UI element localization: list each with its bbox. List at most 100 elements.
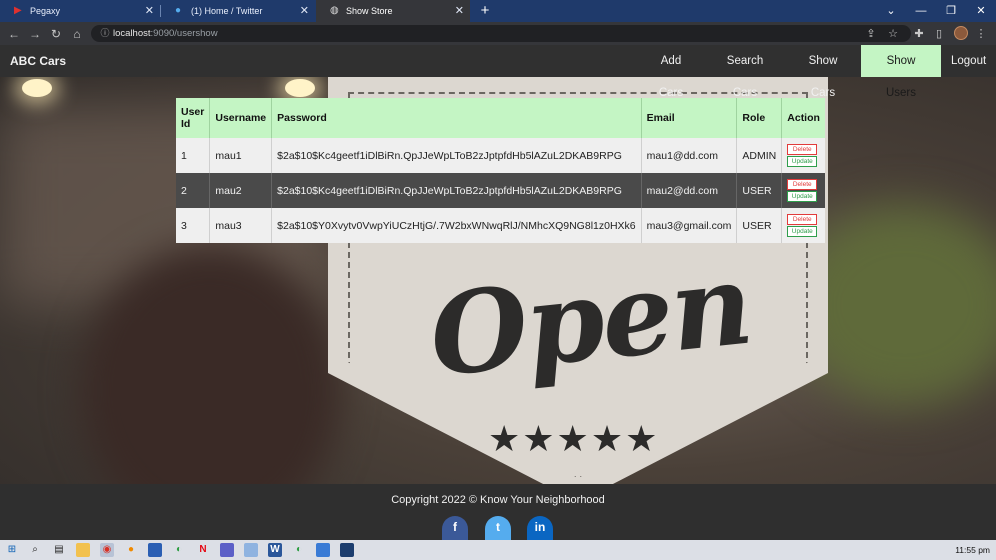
back-icon[interactable]: ← <box>5 25 23 43</box>
extensions-icon[interactable]: ✚ <box>910 25 928 43</box>
table-header-row: User Id Username Password Email Role Act… <box>176 98 825 138</box>
reload-icon[interactable]: ↻ <box>47 25 65 43</box>
firefox-icon[interactable]: ● <box>124 543 138 557</box>
update-button[interactable]: Update <box>787 156 818 167</box>
cell-email: mau2@dd.com <box>641 173 738 208</box>
cell-action: Delete Update <box>781 138 825 173</box>
tab-show-store[interactable]: ◍ Show Store ✕ <box>316 0 470 22</box>
file-explorer-icon[interactable] <box>76 543 90 557</box>
page-footer: Copyright 2022 © Know Your Neighborhood … <box>0 484 996 540</box>
tab-title: Show Store <box>346 6 393 16</box>
delete-button[interactable]: Delete <box>787 214 818 225</box>
lamp-light <box>285 79 315 97</box>
open-sign-stars: ★★★★★ <box>488 418 660 459</box>
users-table-container: User Id Username Password Email Role Act… <box>176 98 825 243</box>
tab-title: (1) Home / Twitter <box>191 6 263 16</box>
cell-role: ADMIN <box>736 138 783 173</box>
forward-icon[interactable]: → <box>26 25 44 43</box>
linkedin-icon[interactable]: in <box>527 516 553 540</box>
notepad-icon[interactable] <box>244 543 258 557</box>
taskbar-clock: 11:55 pm <box>955 545 990 555</box>
close-tab-icon[interactable]: ✕ <box>300 4 309 17</box>
col-username: Username <box>209 98 273 138</box>
tab-search-icon[interactable]: ⌄ <box>876 0 906 22</box>
col-action: Action <box>781 98 825 138</box>
close-tab-icon[interactable]: ✕ <box>455 4 464 17</box>
site-info-icon[interactable]: ⓘ <box>99 27 111 39</box>
app-icon[interactable] <box>340 543 354 557</box>
delete-button[interactable]: Delete <box>787 179 818 190</box>
photos-icon[interactable] <box>316 543 330 557</box>
side-panel-icon[interactable]: ▯ <box>930 25 948 43</box>
close-tab-icon[interactable]: ✕ <box>145 4 154 17</box>
close-window-button[interactable]: ✕ <box>966 0 996 22</box>
nav-show-users[interactable]: Show Users <box>861 45 941 99</box>
twitter-icon[interactable]: t <box>485 516 511 540</box>
pegaxy-icon: ▶ <box>14 5 22 16</box>
cell-role: USER <box>736 173 783 208</box>
new-tab-button[interactable]: + <box>476 2 494 20</box>
nav-search-cars[interactable]: Search Cars <box>704 45 786 99</box>
cell-action: Delete Update <box>781 208 825 243</box>
word-icon[interactable]: W <box>268 543 282 557</box>
col-email: Email <box>641 98 738 138</box>
twitter-icon: ● <box>175 5 182 16</box>
tab-pegaxy[interactable]: ▶ Pegaxy ✕ <box>0 0 160 22</box>
cell-user-id: 3 <box>176 208 211 243</box>
col-role: Role <box>736 98 783 138</box>
table-row: 3 mau3 $2a$10$Y0Xvytv0VwpYiUCzHtjG/.7W2b… <box>176 208 825 243</box>
cell-role: USER <box>736 208 783 243</box>
share-icon[interactable]: ⇪ <box>862 25 880 43</box>
cell-password: $2a$10$Y0Xvytv0VwpYiUCzHtjG/.7W2bxWNwqRl… <box>271 208 642 243</box>
nav-add-cars[interactable]: Add Cars <box>638 45 704 99</box>
cell-username: mau3 <box>209 208 273 243</box>
nav-show-cars[interactable]: Show Cars <box>786 45 860 99</box>
chrome-icon[interactable]: ◉ <box>100 543 114 557</box>
brand-logo[interactable]: ABC Cars <box>10 54 66 68</box>
globe-icon: ◍ <box>330 5 339 16</box>
tab-title: Pegaxy <box>30 6 61 16</box>
url-text: localhost:9090/usershow <box>113 28 218 39</box>
url-path: :9090/usershow <box>150 28 218 39</box>
copyright-text: Copyright 2022 © Know Your Neighborhood <box>391 494 605 506</box>
teams-icon[interactable] <box>220 543 234 557</box>
users-table: User Id Username Password Email Role Act… <box>176 98 825 243</box>
edge-dev-icon[interactable]: ◐ <box>292 543 306 557</box>
search-icon[interactable]: ⌕ <box>28 543 42 557</box>
col-password: Password <box>271 98 642 138</box>
home-icon[interactable]: ⌂ <box>68 25 86 43</box>
os-taskbar: ⊞ ⌕ ▤ ◉ ● ◐ N W ◐ 11:55 pm <box>0 540 996 560</box>
menu-icon[interactable]: ⋮ <box>972 25 990 43</box>
windows-start-icon[interactable]: ⊞ <box>5 543 19 557</box>
minimize-button[interactable]: — <box>906 0 936 22</box>
bookmark-star-icon[interactable]: ☆ <box>884 25 902 43</box>
edge-icon[interactable]: ◐ <box>172 543 186 557</box>
cell-action: Delete Update <box>781 173 825 208</box>
task-view-icon[interactable]: ▤ <box>52 543 66 557</box>
app-navbar: ABC Cars Add Cars Search Cars Show Cars … <box>0 45 996 99</box>
cell-password: $2a$10$Kc4geetf1iDlBiRn.QpJJeWpLToB2zJpt… <box>271 138 642 173</box>
cell-email: mau1@dd.com <box>641 138 738 173</box>
facebook-icon[interactable]: f <box>442 516 468 540</box>
browser-tab-strip: ▶ Pegaxy ✕ ● (1) Home / Twitter ✕ ◍ Show… <box>0 0 996 22</box>
delete-button[interactable]: Delete <box>787 144 818 155</box>
lamp-light <box>22 79 52 97</box>
tab-twitter[interactable]: ● (1) Home / Twitter ✕ <box>161 0 315 22</box>
cell-user-id: 2 <box>176 173 211 208</box>
nav-logout[interactable]: Logout <box>941 45 996 77</box>
app-icon[interactable] <box>148 543 162 557</box>
profile-avatar[interactable] <box>954 26 968 40</box>
netflix-icon[interactable]: N <box>196 543 210 557</box>
cell-user-id: 1 <box>176 138 211 173</box>
cell-password: $2a$10$Kc4geetf1iDlBiRn.QpJJeWpLToB2zJpt… <box>271 173 642 208</box>
address-toolbar: ← → ↻ ⌂ ⓘ localhost:9090/usershow ⇪ ☆ ✚ … <box>0 22 996 45</box>
update-button[interactable]: Update <box>787 226 818 237</box>
restore-button[interactable]: ❐ <box>936 0 966 22</box>
cell-email: mau3@gmail.com <box>641 208 738 243</box>
url-bar[interactable]: ⓘ localhost:9090/usershow <box>91 25 911 42</box>
update-button[interactable]: Update <box>787 191 818 202</box>
cell-username: mau2 <box>209 173 273 208</box>
url-host: localhost <box>113 28 151 39</box>
cell-username: mau1 <box>209 138 273 173</box>
table-row: 1 mau1 $2a$10$Kc4geetf1iDlBiRn.QpJJeWpLT… <box>176 138 825 173</box>
